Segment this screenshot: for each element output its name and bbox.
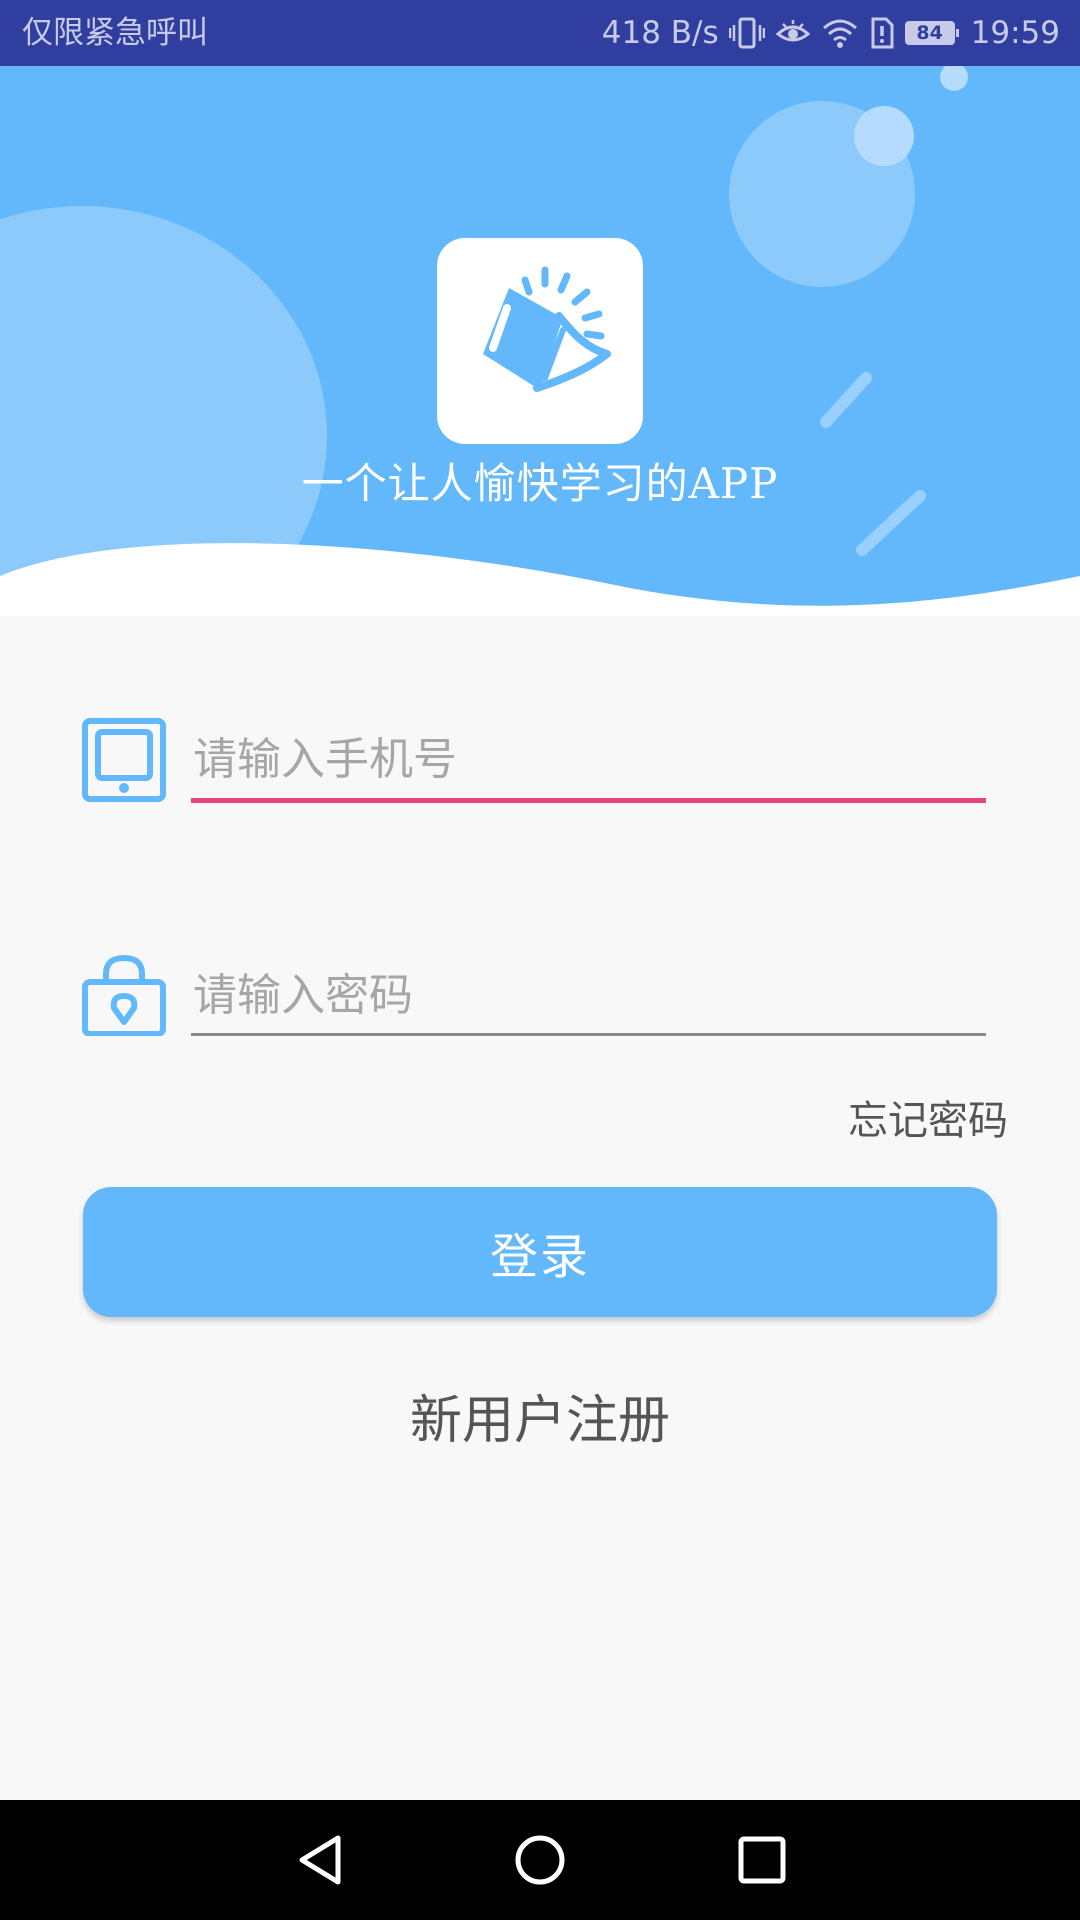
login-button[interactable]: 登录: [83, 1187, 997, 1317]
carrier-text: 仅限紧急呼叫: [22, 15, 208, 51]
navigation-bar: [0, 1800, 1080, 1920]
phone-input[interactable]: [191, 724, 986, 794]
recents-square-icon[interactable]: [734, 1832, 790, 1892]
password-input-underline: [191, 1033, 986, 1036]
status-bar: 仅限紧急呼叫 418 B/s 84 19:59: [0, 0, 1080, 66]
lock-icon: [82, 952, 166, 1037]
forgot-password-link[interactable]: 忘记密码: [848, 1088, 1008, 1146]
clock: 19:59: [970, 15, 1060, 51]
phone-input-underline: [191, 798, 986, 803]
app-logo: [437, 238, 643, 444]
back-triangle-icon[interactable]: [296, 1832, 346, 1892]
password-input[interactable]: [191, 960, 986, 1030]
eye-comfort-icon: [775, 16, 811, 50]
vibrate-icon: [728, 16, 765, 50]
wifi-icon: [821, 16, 859, 50]
alert-icon: [869, 16, 895, 50]
status-icons: 418 B/s 84 19:59: [602, 0, 1060, 66]
register-link[interactable]: 新用户注册: [0, 1378, 1080, 1453]
battery-icon: 84: [904, 21, 959, 45]
network-speed: 418 B/s: [601, 15, 719, 51]
phone-icon: [82, 718, 166, 802]
app-tagline: 一个让人愉快学习的APP: [301, 459, 779, 508]
book-icon: [483, 266, 611, 392]
header-banner: 一个让人愉快学习的APP: [0, 66, 1080, 616]
home-circle-icon[interactable]: [512, 1832, 568, 1892]
